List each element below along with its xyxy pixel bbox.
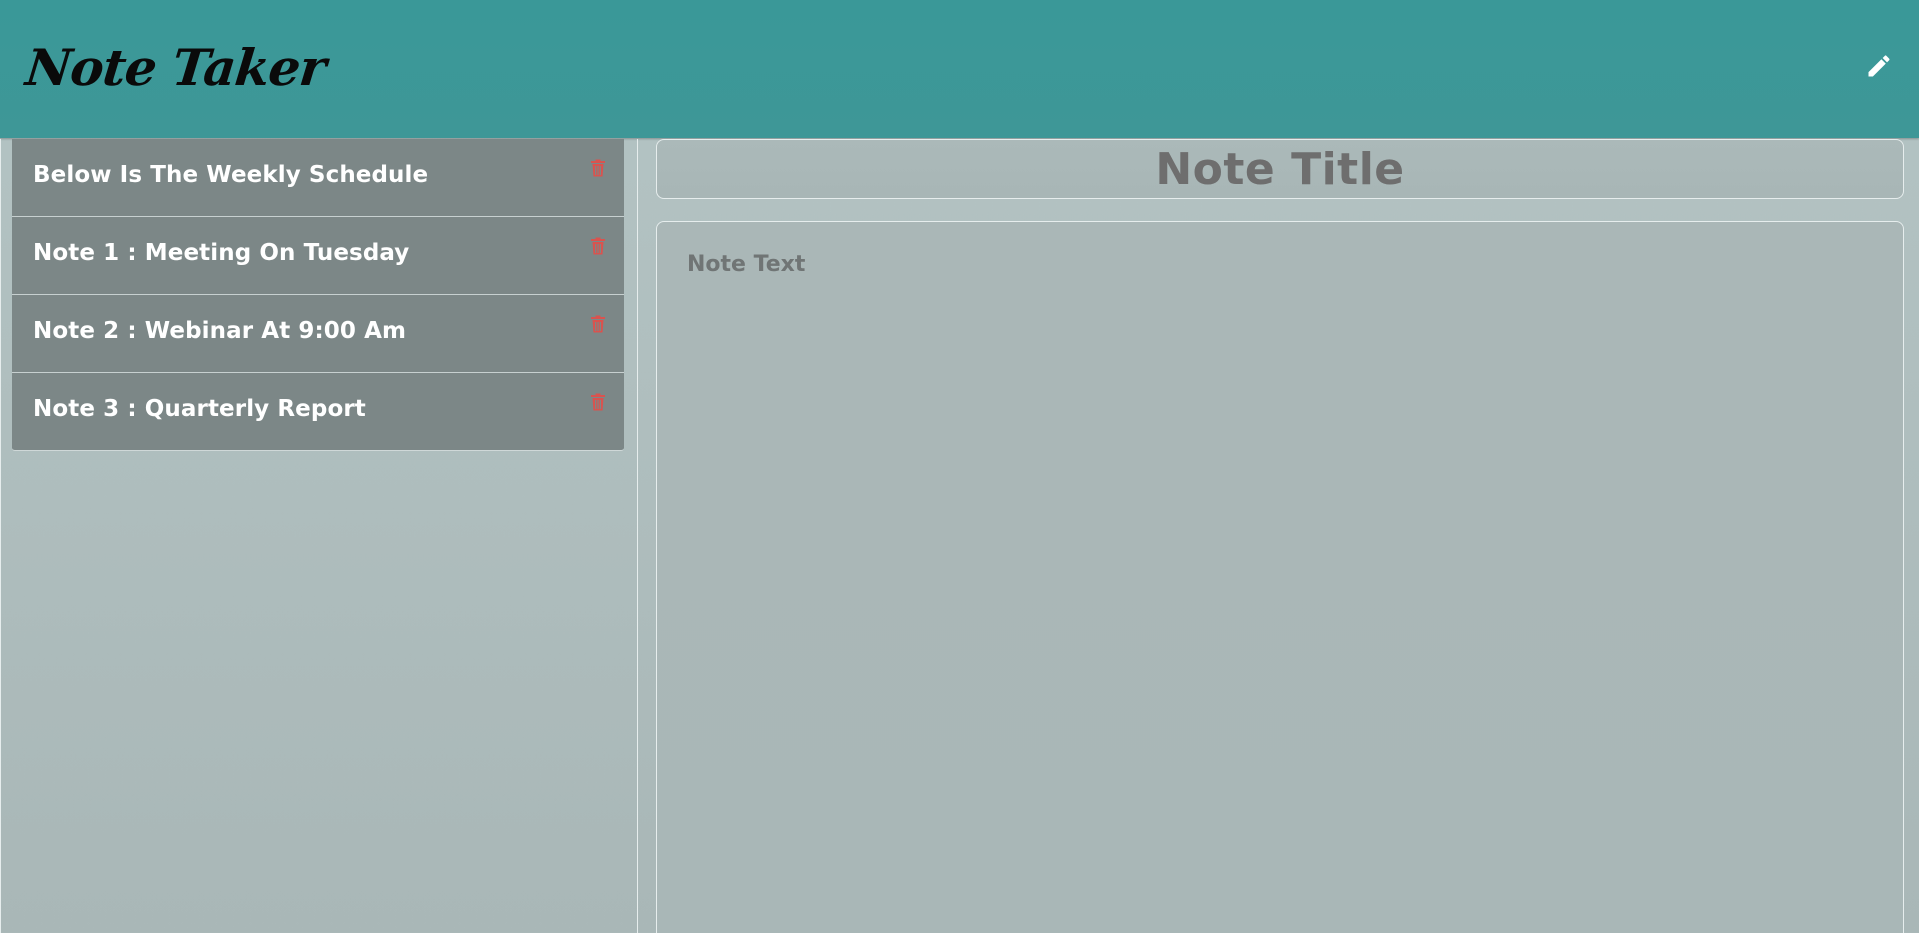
trash-icon[interactable]	[590, 315, 606, 333]
note-list-item[interactable]: Note 2 : Webinar At 9:00 Am	[12, 295, 624, 373]
note-list-item[interactable]: Below Is The Weekly Schedule	[12, 139, 624, 217]
note-list-item[interactable]: Note 3 : Quarterly Report	[12, 373, 624, 451]
navbar: Note Taker	[0, 0, 1919, 138]
note-text-placeholder: Note Text	[687, 252, 806, 277]
note-title-input[interactable]: Note Title	[656, 139, 1904, 199]
note-item-title: Note 3 : Quarterly Report	[33, 396, 366, 422]
trash-icon[interactable]	[590, 159, 606, 177]
pencil-icon[interactable]	[1865, 52, 1893, 80]
note-list-item[interactable]: Note 1 : Meeting On Tuesday	[12, 217, 624, 295]
notes-sidebar: Below Is The Weekly Schedule Note 1 : Me…	[0, 139, 638, 933]
trash-icon[interactable]	[590, 237, 606, 255]
note-list: Below Is The Weekly Schedule Note 1 : Me…	[12, 139, 624, 451]
note-text-area[interactable]: Note Text	[656, 221, 1904, 933]
app-title[interactable]: Note Taker	[22, 34, 328, 102]
trash-icon[interactable]	[590, 393, 606, 411]
note-item-title: Note 1 : Meeting On Tuesday	[33, 240, 410, 266]
note-item-title: Below Is The Weekly Schedule	[33, 162, 429, 188]
note-title-placeholder: Note Title	[1155, 143, 1405, 195]
note-item-title: Note 2 : Webinar At 9:00 Am	[33, 318, 407, 344]
